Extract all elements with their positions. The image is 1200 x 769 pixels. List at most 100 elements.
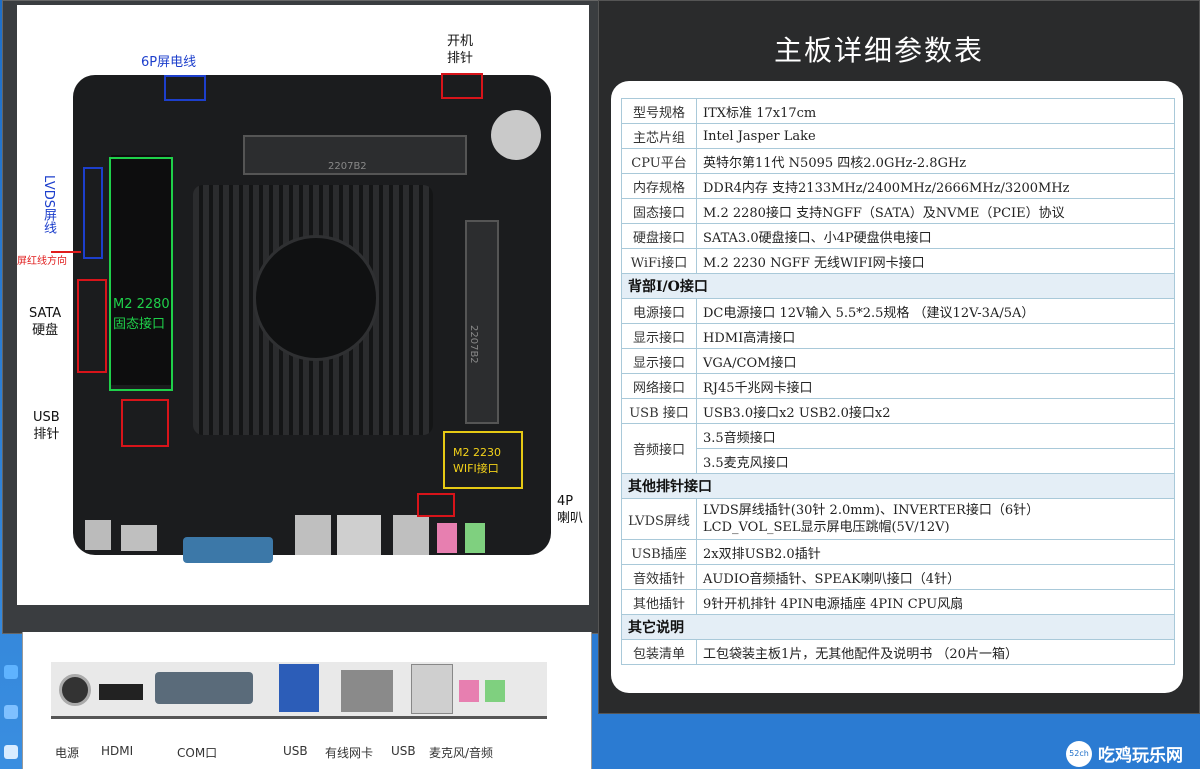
io-label-audio: 麦克风/音频 <box>429 746 494 760</box>
io-label-power: 电源 <box>55 746 80 760</box>
row-value: M.2 2230 NGFF 无线WIFI网卡接口 <box>696 248 1175 274</box>
table-row: USB 接口 USB3.0接口x2 USB2.0接口x2 <box>621 398 1175 424</box>
usb3 <box>279 664 319 712</box>
row-value: 2x双排USB2.0插针 <box>696 539 1175 565</box>
speaker-label: 4P 喇叭 <box>557 494 584 526</box>
table-row: 电源接口 DC电源接口 12V输入 5.5*2.5规格 （建议12V-3A/5A） <box>621 298 1175 324</box>
lvds-label: LVDS屏线 <box>41 175 56 234</box>
table-row: 内存规格 DDR4内存 支持2133MHz/2400MHz/2666MHz/320… <box>621 173 1175 199</box>
m2-2280-box <box>109 157 173 391</box>
spec-image-window[interactable]: 主板详细参数表 型号规格 ITX标准 17x17cm 主芯片组 Intel Jasp… <box>598 0 1200 714</box>
m2-2280-label: M2 2280 固态接口 <box>113 297 170 332</box>
six-pin-box <box>164 75 206 101</box>
row-value: 3.5音频接口 <box>696 423 1175 449</box>
table-row: CPU平台 英特尔第11代 N5095 四核2.0GHz-2.8GHz <box>621 148 1175 174</box>
watermark: 52ch 吃鸡玩乐网 <box>1066 738 1200 769</box>
hdmi <box>99 684 143 700</box>
io-label-com: COM口 <box>177 746 218 760</box>
table-row: 显示接口 VGA/COM接口 <box>621 348 1175 374</box>
table-row: LVDS屏线 LVDS屏线插针(30针 2.0mm)、INVERTER接口（6针）… <box>621 498 1175 540</box>
rear-io-plate <box>51 662 547 719</box>
row-value: 9针开机排针 4PIN电源插座 4PIN CPU风扇 <box>696 589 1175 615</box>
rj45-port <box>337 515 381 555</box>
watermark-badge-icon: 52ch <box>1066 740 1092 767</box>
row-key: CPU平台 <box>621 148 697 174</box>
row-value: HDMI高清接口 <box>696 323 1175 349</box>
row-key: 主芯片组 <box>621 123 697 149</box>
section-io-title: 背部I/O接口 <box>621 273 1175 299</box>
audio-jack-pink <box>437 523 457 553</box>
table-row: 硬盘接口 SATA3.0硬盘接口、小4P硬盘供电接口 <box>621 223 1175 249</box>
row-key: WiFi接口 <box>621 248 697 274</box>
row-value: USB3.0接口x2 USB2.0接口x2 <box>696 398 1175 424</box>
sata-label: SATA 硬盘 <box>29 306 62 338</box>
row-value: DC电源接口 12V输入 5.5*2.5规格 （建议12V-3A/5A） <box>696 298 1175 324</box>
section-header: 其他排针接口 <box>621 473 1175 499</box>
row-key: 固态接口 <box>621 198 697 224</box>
section-header: 其它说明 <box>621 614 1175 640</box>
desktop-icon[interactable] <box>4 665 18 679</box>
table-row: 音效插针 AUDIO音频插针、SPEAK喇叭接口（4针） <box>621 564 1175 590</box>
dc-jack <box>59 674 91 706</box>
io-label-usb-2: USB <box>391 744 416 758</box>
image-viewer-window[interactable]: 2207B2 2207B2 6P屏电线 开机 排针 LVDS屏线 屏红线方向 S… <box>2 0 600 634</box>
row-value: 3.5麦克风接口 <box>696 448 1175 474</box>
spec-table: 型号规格 ITX标准 17x17cm 主芯片组 Intel Jasper Lake … <box>621 98 1175 665</box>
com <box>155 672 253 704</box>
speaker-box <box>417 493 455 517</box>
table-row: 其他插针 9针开机排针 4PIN电源插座 4PIN CPU风扇 <box>621 589 1175 615</box>
motherboard-image: 2207B2 2207B2 6P屏电线 开机 排针 LVDS屏线 屏红线方向 S… <box>17 5 589 605</box>
rear-io-image: 电源 HDMI COM口 USB 有线网卡 USB 麦克风/音频 <box>22 632 592 769</box>
table-row: WiFi接口 M.2 2230 NGFF 无线WIFI网卡接口 <box>621 248 1175 274</box>
row-key: LVDS屏线 <box>621 498 697 540</box>
power-header-label: 开机 排针 <box>447 34 474 66</box>
spec-card: 型号规格 ITX标准 17x17cm 主芯片组 Intel Jasper Lake … <box>611 81 1183 693</box>
io-label-lan: 有线网卡 <box>325 746 374 760</box>
row-value: DDR4内存 支持2133MHz/2400MHz/2666MHz/3200MHz <box>696 173 1175 199</box>
io-label-usb-1: USB <box>283 744 308 758</box>
table-row: 型号规格 ITX标准 17x17cm <box>621 98 1175 124</box>
usb2-port <box>393 515 429 555</box>
rj45 <box>341 670 393 712</box>
mic-jack <box>459 680 479 702</box>
com-port <box>183 537 273 563</box>
hdmi-port <box>121 525 157 551</box>
row-value: 工包袋装主板1片，无其他配件及说明书 （20片一箱） <box>696 639 1175 665</box>
section-header: 背部I/O接口 <box>621 273 1175 299</box>
io-label-hdmi: HDMI <box>101 744 134 758</box>
desktop-icon[interactable] <box>4 745 18 759</box>
row-key: 显示接口 <box>621 323 697 349</box>
watermark-text: 吃鸡玩乐网 <box>1098 746 1183 766</box>
row-key: 音效插针 <box>621 564 697 590</box>
cpu-fan <box>253 235 379 361</box>
row-value: AUDIO音频插针、SPEAK喇叭接口（4针） <box>696 564 1175 590</box>
table-row: 固态接口 M.2 2280接口 支持NGFF（SATA）及NVME（PCIE）协议 <box>621 198 1175 224</box>
table-row: 包装清单 工包袋装主板1片，无其他配件及说明书 （20片一箱） <box>621 639 1175 665</box>
sata-box <box>77 279 107 373</box>
row-key: 音频接口 <box>621 423 697 474</box>
section-headers-title: 其他排针接口 <box>621 473 1175 499</box>
usb-header-label: USB 排针 <box>33 410 60 442</box>
row-key: 网络接口 <box>621 373 697 399</box>
row-value: M.2 2280接口 支持NGFF（SATA）及NVME（PCIE）协议 <box>696 198 1175 224</box>
spec-title: 主板详细参数表 <box>773 34 984 67</box>
row-key: 显示接口 <box>621 348 697 374</box>
row-key: 型号规格 <box>621 98 697 124</box>
table-row: 显示接口 HDMI高清接口 <box>621 323 1175 349</box>
row-key: USB 接口 <box>621 398 697 424</box>
row-key: 包装清单 <box>621 639 697 665</box>
power-header-box <box>441 73 483 99</box>
desktop-icon[interactable] <box>4 705 18 719</box>
row-key: 硬盘接口 <box>621 223 697 249</box>
six-pin-label: 6P屏电线 <box>141 55 197 70</box>
row-value: LVDS屏线插针(30针 2.0mm)、INVERTER接口（6针） LCD_V… <box>696 498 1175 540</box>
row-value: Intel Jasper Lake <box>696 123 1175 149</box>
red-line-direction-label: 屏红线方向 <box>17 256 67 267</box>
usb-header-box <box>121 399 169 447</box>
table-row: 音频接口 3.5音频接口 <box>621 423 1175 474</box>
sodimm-slot-right <box>465 220 499 424</box>
dc-power-port <box>85 520 111 550</box>
audio-jack <box>485 680 505 702</box>
table-row: USB插座 2x双排USB2.0插针 <box>621 539 1175 565</box>
table-row: 3.5麦克风接口 <box>622 448 1175 474</box>
